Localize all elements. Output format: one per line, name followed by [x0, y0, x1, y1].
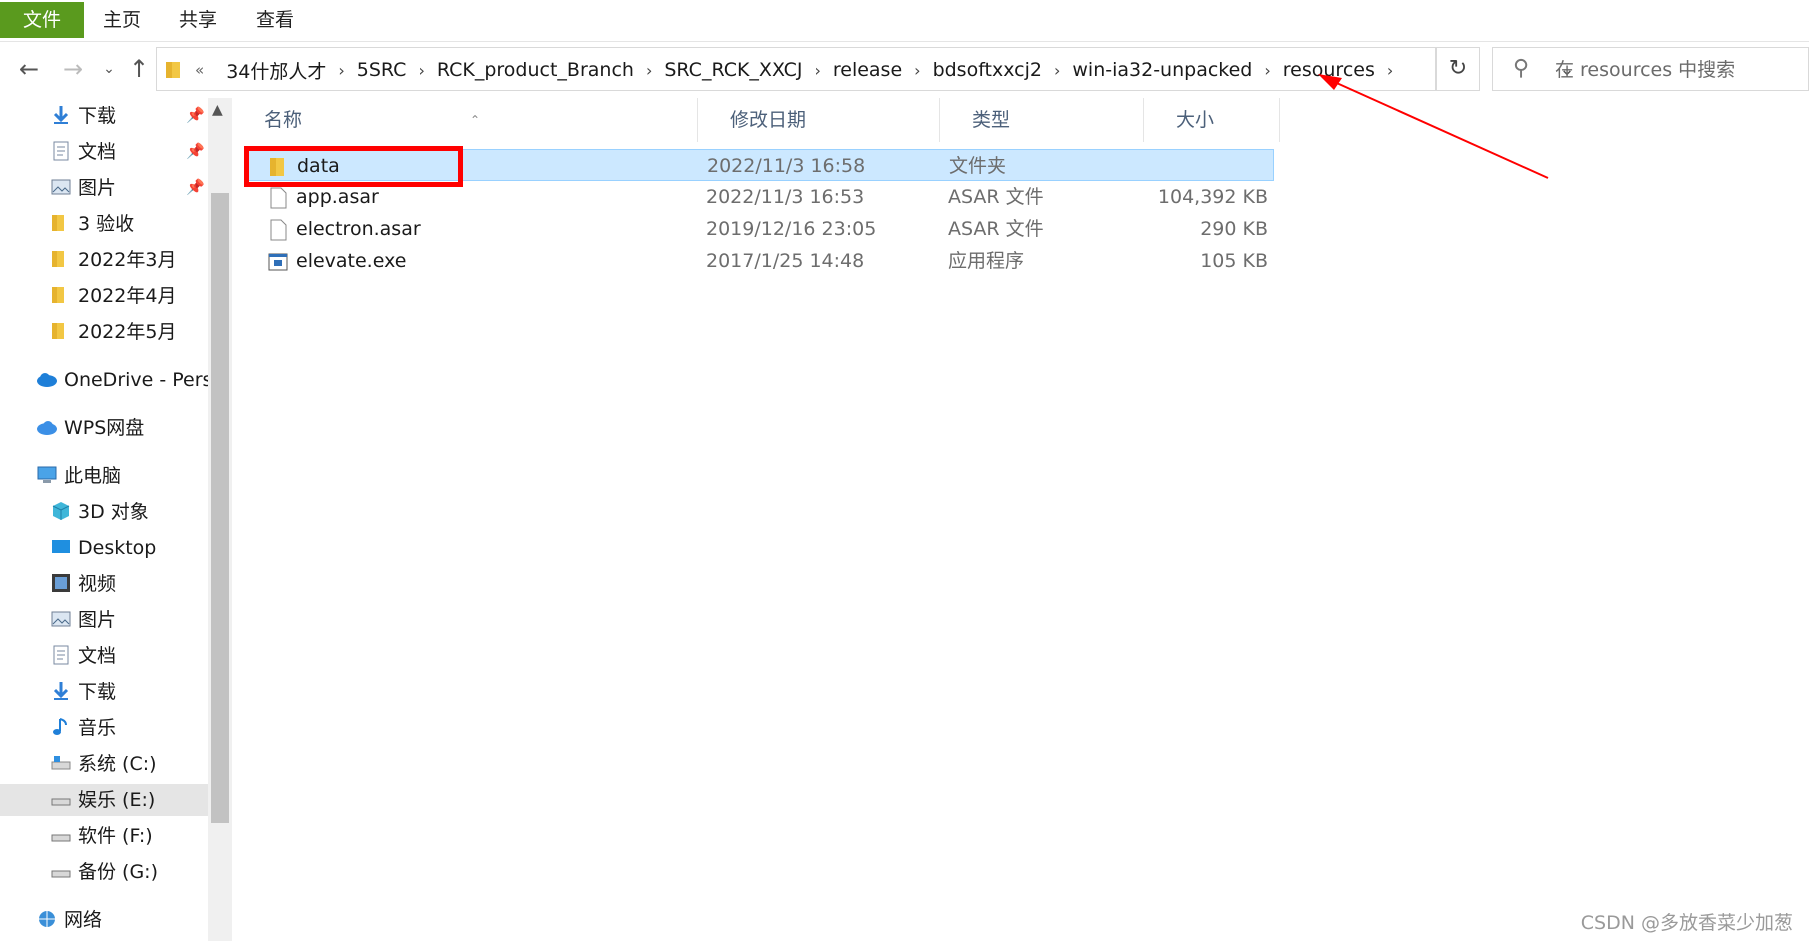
file-icon — [270, 187, 287, 209]
up-button[interactable]: ↑ — [124, 52, 154, 86]
3d-objects-icon — [50, 500, 72, 522]
search-placeholder: 在 resources 中搜索 — [1555, 59, 1736, 81]
folder-icon — [166, 62, 180, 78]
nav-item-downloads[interactable]: 下载 — [50, 676, 116, 708]
nav-item-downloads[interactable]: 下载 — [50, 100, 116, 132]
nav-item-folder[interactable]: 2022年3月 — [50, 244, 176, 276]
file-icon — [270, 219, 287, 241]
back-button[interactable]: ← — [14, 52, 44, 86]
column-header-name[interactable]: 名称 ⌃ — [232, 98, 698, 142]
nav-item-pictures[interactable]: 图片 — [50, 172, 116, 204]
breadcrumb-item[interactable]: release — [833, 59, 902, 81]
pictures-icon — [50, 608, 72, 630]
nav-item-folder[interactable]: 2022年5月 — [50, 316, 176, 348]
cloud-icon — [36, 368, 58, 390]
search-icon: ⚲ — [1513, 56, 1530, 81]
chevron-right-icon[interactable]: › — [914, 61, 920, 80]
nav-item-music[interactable]: 音乐 — [50, 712, 116, 744]
sidebar-scrollbar[interactable]: ▲ — [208, 98, 232, 941]
navigation-pane: 下载 📌 文档 📌 图片 📌 3 验收 2022年3月 2022年4月 2022… — [0, 98, 208, 941]
annotation-highlight-box — [244, 146, 463, 187]
system-drive-icon — [50, 752, 72, 774]
documents-icon — [50, 644, 72, 666]
pin-icon[interactable]: 📌 — [186, 142, 205, 160]
breadcrumb-item[interactable]: win-ia32-unpacked — [1072, 59, 1252, 81]
refresh-button[interactable]: ↻ — [1436, 47, 1480, 91]
computer-icon — [36, 464, 58, 486]
pin-icon[interactable]: 📌 — [186, 178, 205, 196]
breadcrumb-item[interactable]: bdsoftxxcj2 — [933, 59, 1042, 81]
ribbon: 文件 主页 共享 查看 — [0, 0, 1809, 42]
sort-ascending-icon: ⌃ — [470, 113, 481, 127]
nav-item-documents[interactable]: 文档 — [50, 640, 116, 672]
tab-view[interactable]: 查看 — [243, 0, 307, 40]
chevron-right-icon[interactable]: › — [338, 61, 344, 80]
address-bar-row: ← → ⌄ ↑ « 34什邡人才 › 5SRC › RCK_product_Br… — [0, 42, 1809, 98]
forward-button[interactable]: → — [58, 52, 88, 86]
folder-icon — [50, 212, 72, 234]
chevron-right-icon[interactable]: › — [814, 61, 820, 80]
nav-item-wps[interactable]: WPS网盘 — [36, 412, 144, 444]
nav-item-folder[interactable]: 3 验收 — [50, 208, 134, 240]
chevron-right-icon[interactable]: › — [646, 61, 652, 80]
documents-icon — [50, 140, 72, 162]
scrollbar-thumb[interactable] — [211, 193, 229, 823]
nav-item-pictures[interactable]: 图片 — [50, 604, 116, 636]
tab-file[interactable]: 文件 — [0, 2, 84, 38]
pictures-icon — [50, 176, 72, 198]
tab-home[interactable]: 主页 — [90, 0, 154, 40]
nav-item-drive-e[interactable]: 娱乐 (E:) — [0, 784, 208, 816]
breadcrumb-item[interactable]: 5SRC — [357, 59, 407, 81]
network-icon — [36, 908, 58, 930]
chevron-right-icon[interactable]: › — [1054, 61, 1060, 80]
column-header-type[interactable]: 类型 — [940, 98, 1144, 142]
recent-locations-button[interactable]: ⌄ — [94, 52, 124, 86]
cloud-icon — [36, 416, 58, 438]
folder-icon — [50, 320, 72, 342]
search-input[interactable]: ⚲ 在 resources 中搜索 — [1492, 47, 1809, 91]
breadcrumb-item[interactable]: RCK_product_Branch — [437, 59, 634, 81]
nav-item-onedrive[interactable]: OneDrive - Persc — [36, 364, 208, 396]
desktop-icon — [50, 536, 72, 558]
drive-icon — [50, 788, 72, 810]
folder-icon — [50, 248, 72, 270]
breadcrumb-current[interactable]: resources — [1283, 59, 1375, 81]
file-row-electron-asar[interactable]: electron.asar 2019/12/16 23:05 ASAR 文件 2… — [246, 213, 1274, 245]
nav-item-drive-g[interactable]: 备份 (G:) — [50, 856, 158, 888]
breadcrumb-item[interactable]: 34什邡人才 — [226, 57, 326, 84]
chevron-right-icon[interactable]: › — [1264, 61, 1270, 80]
column-header-date[interactable]: 修改日期 — [698, 98, 940, 142]
nav-item-3d-objects[interactable]: 3D 对象 — [50, 496, 149, 528]
pin-icon[interactable]: 📌 — [186, 106, 205, 124]
nav-item-folder[interactable]: 2022年4月 — [50, 280, 176, 312]
download-icon — [50, 104, 72, 126]
nav-item-this-pc[interactable]: 此电脑 — [36, 460, 121, 492]
chevron-right-icon[interactable]: › — [418, 61, 424, 80]
folder-icon — [50, 284, 72, 306]
watermark: CSDN @多放香菜少加葱 — [1580, 912, 1793, 934]
breadcrumb-overflow[interactable]: « — [195, 61, 204, 79]
tab-share[interactable]: 共享 — [166, 0, 230, 40]
nav-item-videos[interactable]: 视频 — [50, 568, 116, 600]
nav-item-drive-c[interactable]: 系统 (C:) — [50, 748, 157, 780]
breadcrumb-item[interactable]: SRC_RCK_XXCJ — [664, 59, 802, 81]
nav-item-drive-f[interactable]: 软件 (F:) — [50, 820, 153, 852]
music-icon — [50, 716, 72, 738]
nav-item-documents[interactable]: 文档 — [50, 136, 116, 168]
file-row-elevate-exe[interactable]: elevate.exe 2017/1/25 14:48 应用程序 105 KB — [246, 245, 1274, 277]
videos-icon — [50, 572, 72, 594]
address-bar[interactable]: « 34什邡人才 › 5SRC › RCK_product_Branch › S… — [156, 47, 1575, 91]
download-icon — [50, 680, 72, 702]
drive-icon — [50, 824, 72, 846]
nav-item-network[interactable]: 网络 — [36, 904, 102, 936]
chevron-right-icon[interactable]: › — [1387, 61, 1393, 80]
nav-item-desktop[interactable]: Desktop — [50, 532, 156, 564]
drive-icon — [50, 860, 72, 882]
column-header-size[interactable]: 大小 — [1144, 98, 1280, 142]
scroll-up-icon[interactable]: ▲ — [212, 102, 223, 118]
exe-icon — [268, 253, 288, 271]
